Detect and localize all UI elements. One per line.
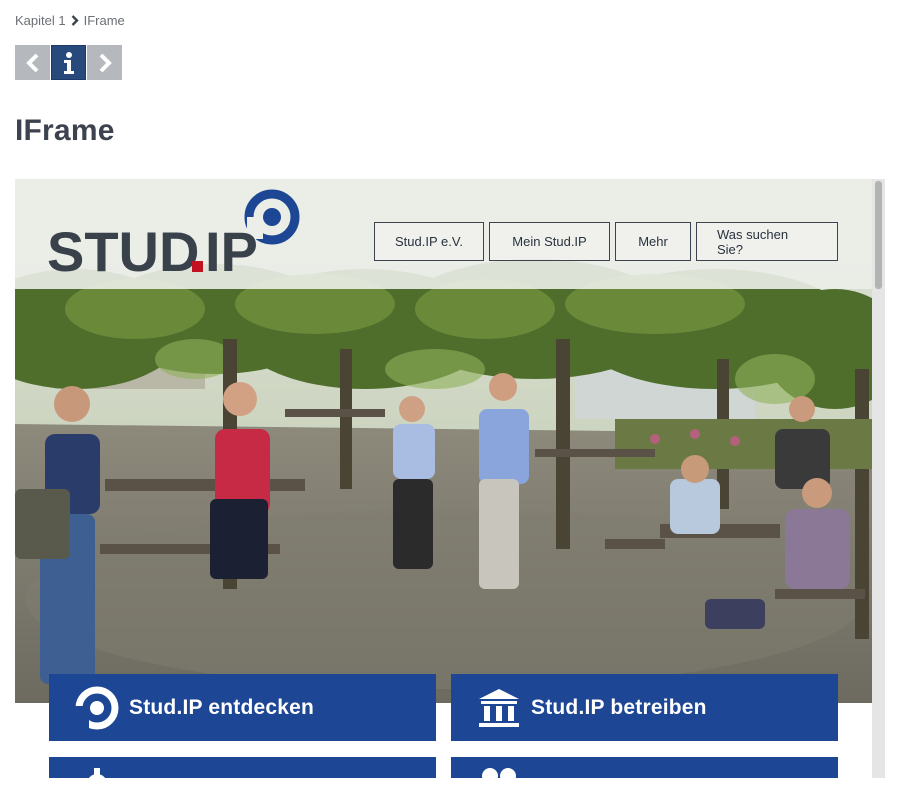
chevron-right-icon: [70, 15, 80, 27]
chevron-left-icon: [25, 53, 38, 72]
breadcrumb-item-chapter[interactable]: Kapitel 1: [15, 13, 66, 28]
previous-button[interactable]: [15, 45, 50, 80]
tile-settings[interactable]: [49, 757, 436, 778]
tile-label: Stud.IP entdecken: [129, 695, 315, 719]
breadcrumb-item-current: IFrame: [83, 13, 125, 28]
tile-community[interactable]: [451, 757, 838, 778]
info-icon: [63, 51, 74, 74]
chevron-right-icon: [99, 53, 112, 72]
embedded-iframe[interactable]: STUD IP Stud.IP e.V. Mein Stud.IP Mehr W…: [15, 179, 885, 778]
studip-logo[interactable]: STUD IP: [47, 187, 307, 277]
next-button[interactable]: [87, 45, 122, 80]
studip-ring-icon: [67, 674, 127, 741]
logo-text-end: IP: [205, 220, 258, 277]
people-icon: [469, 757, 529, 778]
tile-studip-entdecken[interactable]: Stud.IP entdecken: [49, 674, 436, 741]
hero-image: STUD IP Stud.IP e.V. Mein Stud.IP Mehr W…: [15, 179, 872, 703]
breadcrumb: Kapitel 1 IFrame: [15, 13, 125, 28]
site-header: STUD IP Stud.IP e.V. Mein Stud.IP Mehr W…: [15, 179, 872, 289]
logo-red-dot: [192, 261, 203, 272]
page-title: IFrame: [15, 114, 115, 147]
iframe-scrollbar[interactable]: [872, 179, 885, 778]
nav-mein-studip[interactable]: Mein Stud.IP: [489, 222, 610, 261]
tile-label: Stud.IP betreiben: [531, 695, 707, 719]
top-navigation: Stud.IP e.V. Mein Stud.IP Mehr Was suche…: [374, 222, 838, 261]
gear-icon: [67, 757, 127, 778]
nav-mehr[interactable]: Mehr: [615, 222, 691, 261]
info-button[interactable]: [51, 45, 86, 80]
logo-text-main: STUD: [47, 220, 199, 277]
content-navigation: [15, 45, 122, 80]
tile-studip-betreiben[interactable]: Stud.IP betreiben: [451, 674, 838, 741]
scrollbar-thumb[interactable]: [875, 181, 882, 289]
nav-studip-ev[interactable]: Stud.IP e.V.: [374, 222, 484, 261]
nav-search[interactable]: Was suchen Sie?: [696, 222, 838, 261]
building-columns-icon: [469, 674, 529, 741]
